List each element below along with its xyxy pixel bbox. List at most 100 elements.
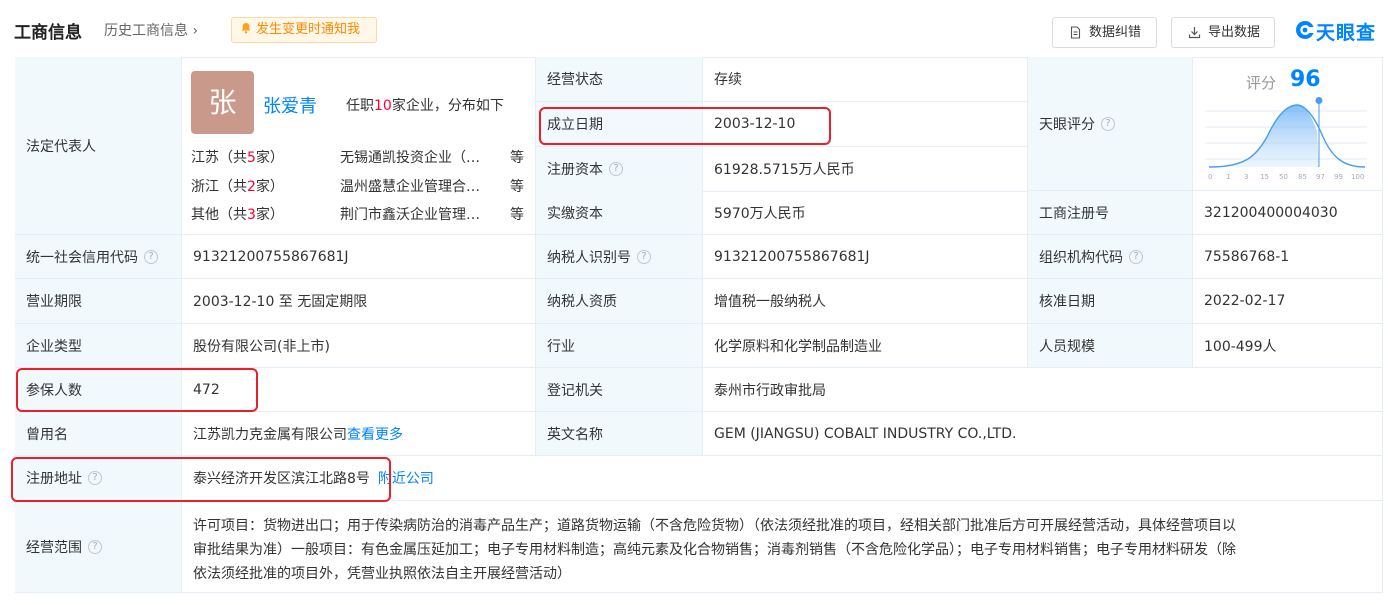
region-company[interactable]: 荆门市鑫沃企业管理… [340, 204, 500, 224]
taxpayer-type-label: 纳税人资质 [536, 279, 703, 324]
authority-value-text: 泰州市行政审批局 [714, 382, 826, 399]
taxpayer-id-value: 91321200755867681J [703, 235, 1028, 279]
score-curve: 0 1 3 15 50 85 97 99 100 [1205, 97, 1367, 181]
reg-capital-value-text: 61928.5715万人民币 [714, 162, 855, 178]
approve-date-label: 核准日期 [1028, 279, 1193, 324]
axis-tick: 85 [1298, 173, 1307, 181]
region-etc[interactable]: 等 [510, 147, 524, 167]
notify-label: 发生变更时通知我 [256, 22, 361, 37]
download-icon [1188, 27, 1201, 39]
scope-label: 经营范围? [15, 501, 182, 593]
legal-rep-label-text: 法定代表人 [26, 138, 96, 155]
founded-label: 成立日期 [536, 102, 703, 147]
region-count: 5 [247, 150, 256, 166]
axis-tick: 50 [1279, 173, 1288, 181]
document-icon [1070, 26, 1081, 39]
axis-tick: 100 [1351, 173, 1364, 181]
former-name-label: 曾用名 [15, 412, 182, 456]
founded-label-text: 成立日期 [547, 117, 603, 133]
paid-capital-label-text: 实缴资本 [547, 205, 603, 222]
region-prefix: 浙江（共 [191, 179, 247, 195]
help-icon[interactable]: ? [1101, 116, 1115, 131]
chevron-right-icon: › [192, 23, 199, 39]
score-marker [1315, 97, 1323, 104]
former-name-value: 江苏凯力克金属有限公司 查看更多 [182, 412, 536, 456]
org-code-value-text: 75586768-1 [1204, 248, 1290, 265]
org-code-value: 75586768-1 [1193, 235, 1383, 279]
english-name-label-text: 英文名称 [547, 426, 603, 443]
region-company[interactable]: 无锡通凯投资企业（… [340, 147, 500, 167]
term-value-text: 2003-12-10 至 无固定期限 [193, 294, 368, 310]
region-etc[interactable]: 等 [510, 204, 524, 224]
reg-capital-value: 61928.5715万人民币 [703, 147, 1028, 192]
help-icon[interactable]: ? [609, 162, 623, 176]
help-icon[interactable]: ? [144, 249, 158, 264]
reg-capital-label: 注册资本? [536, 147, 703, 192]
axis-tick: 99 [1334, 173, 1343, 181]
help-icon[interactable]: ? [88, 471, 102, 485]
industry-value: 化学原料和化学制品制造业 [703, 324, 1028, 368]
company-type-label-text: 企业类型 [26, 338, 82, 355]
credit-code-label: 统一社会信用代码? [15, 235, 182, 279]
help-icon[interactable]: ? [637, 249, 651, 264]
legal-rep-name[interactable]: 张爱青 [263, 92, 317, 118]
authority-label-text: 登记机关 [547, 382, 603, 399]
scope-line: 依法须经批准的项目外，凭营业执照依法自主开展经营活动） [193, 566, 571, 582]
biz-reg-no-label: 工商注册号 [1028, 191, 1193, 235]
taxpayer-type-label-text: 纳税人资质 [547, 294, 617, 310]
region-company[interactable]: 温州盛慧企业管理合… [340, 176, 500, 196]
english-name-label: 英文名称 [536, 412, 703, 456]
region-count: 2 [247, 179, 256, 195]
term-value: 2003-12-10 至 无固定期限 [182, 279, 536, 324]
axis-tick: 0 [1208, 173, 1212, 181]
help-icon[interactable]: ? [88, 539, 102, 554]
biz-reg-no-value: 321200400004030 [1193, 191, 1383, 235]
view-more-link[interactable]: 查看更多 [347, 424, 403, 444]
logo-mark-icon [1296, 20, 1314, 39]
history-link-label: 历史工商信息 [104, 23, 188, 39]
axis-tick: 3 [1244, 173, 1248, 181]
tianyancha-logo: 天眼查 [1294, 18, 1386, 44]
scope-line: 审批结果为准）一般项目：有色金属压延加工；电子专用材料制造；高纯元素及化合物销售… [193, 542, 1236, 558]
region-suffix: 家） [255, 179, 284, 195]
data-correction-button[interactable]: 数据纠错 [1052, 17, 1157, 48]
region-etc[interactable]: 等 [510, 176, 524, 196]
axis-tick: 1 [1226, 173, 1230, 181]
export-data-label: 导出数据 [1208, 25, 1261, 40]
nearby-companies-link[interactable]: 附近公司 [378, 468, 434, 488]
avatar[interactable]: 张 [191, 71, 254, 134]
region-count: 3 [247, 207, 256, 223]
reg-capital-label-text: 注册资本 [547, 162, 603, 178]
score-value: 96 [1290, 67, 1321, 92]
region-row-zhejiang: 浙江（共2家） [191, 176, 284, 196]
taxpayer-type-value: 增值税一般纳税人 [703, 279, 1028, 324]
address-label-text: 注册地址 [26, 471, 82, 487]
region-suffix: 家） [255, 207, 284, 223]
approve-date-value-text: 2022-02-17 [1204, 293, 1286, 309]
company-type-value: 股份有限公司(非上市) [182, 324, 536, 368]
score-axis-labels: 0 1 3 15 50 85 97 99 100 [1208, 173, 1364, 181]
company-type-value-text: 股份有限公司(非上市) [193, 338, 330, 355]
region-prefix: 其他（共 [191, 207, 247, 223]
industry-value-text: 化学原料和化学制品制造业 [714, 338, 882, 355]
score-area [1209, 105, 1319, 167]
help-icon[interactable]: ? [1129, 249, 1143, 264]
bell-icon [241, 23, 251, 34]
staff-size-value: 100-499人 [1193, 324, 1383, 368]
credit-code-value: 91321200755867681J [182, 235, 536, 279]
term-label-text: 营业期限 [26, 294, 82, 310]
region-prefix: 江苏（共 [191, 150, 247, 166]
biz-reg-no-label-text: 工商注册号 [1039, 205, 1109, 222]
approve-date-value: 2022-02-17 [1193, 279, 1383, 324]
paid-capital-value: 5970万人民币 [703, 191, 1028, 235]
english-name-value-text: GEM (JIANGSU) COBALT INDUSTRY CO.,LTD. [714, 425, 1017, 442]
taxpayer-id-value-text: 91321200755867681J [714, 248, 870, 265]
notify-button[interactable]: 发生变更时通知我 [231, 17, 377, 43]
scope-value: 许可项目：货物进出口；用于传染病防治的消毒产品生产；道路货物运输（不含危险货物）… [182, 501, 1383, 593]
address-value: 泰兴经济开发区滨江北路8号 附近公司 [182, 456, 1383, 501]
export-data-button[interactable]: 导出数据 [1171, 17, 1275, 48]
address-label: 注册地址? [15, 456, 182, 501]
insured-value-text: 472 [193, 381, 220, 398]
history-link[interactable]: 历史工商信息 › [104, 20, 198, 40]
region-row-other: 其他（共3家） [191, 204, 284, 224]
